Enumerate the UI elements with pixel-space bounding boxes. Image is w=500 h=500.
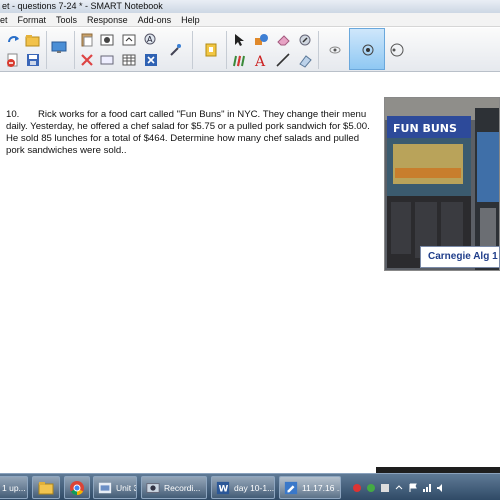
toolbar-separator <box>226 31 227 69</box>
taskbar-notebook[interactable]: 11.17.16 ... <box>279 476 341 499</box>
toolbar-separator <box>74 31 75 69</box>
food-cart-photo[interactable]: FUN BUNS <box>384 97 500 271</box>
problem-text: Rick works for a food cart called "Fun B… <box>6 109 370 156</box>
clear-icon[interactable] <box>142 51 160 69</box>
open-icon[interactable] <box>24 31 42 49</box>
volume-icon[interactable] <box>436 483 446 493</box>
menu-response[interactable]: Response <box>82 13 133 26</box>
fill-icon[interactable] <box>296 51 314 69</box>
select-icon[interactable] <box>230 31 248 49</box>
taskbar-item-label: 11.17.16 ... <box>302 482 341 493</box>
svg-text:A: A <box>254 54 266 68</box>
line-icon[interactable] <box>274 51 292 69</box>
pen-tip-outline-icon[interactable] <box>388 41 406 59</box>
window-title: et - questions 7-24 * - SMART Notebook <box>2 1 163 11</box>
menu-edit[interactable]: et <box>0 13 13 26</box>
save-icon[interactable] <box>24 51 42 69</box>
taskbar-item[interactable]: 1 up... <box>0 476 28 499</box>
cancel-icon[interactable] <box>78 51 96 69</box>
menu-help[interactable]: Help <box>176 13 205 26</box>
problem-number: 10. <box>6 109 20 120</box>
pen-tip-large-button[interactable] <box>349 28 385 70</box>
menu-tools[interactable]: Tools <box>51 13 82 26</box>
toolbar-separator <box>192 31 193 69</box>
network-icon[interactable] <box>422 483 432 493</box>
toolbar-separator <box>318 31 319 69</box>
eraser-icon[interactable] <box>274 31 292 49</box>
presentation-icon <box>97 480 113 496</box>
taskbar-item-label: day 10-1... <box>234 482 275 493</box>
undo-icon[interactable] <box>120 31 138 49</box>
photo-caption: Carnegie Alg 1 <box>420 246 500 268</box>
word-icon: W <box>215 480 231 496</box>
taskbar-item-label: Unit 3: S... <box>116 482 136 493</box>
text-icon[interactable]: A <box>252 51 270 69</box>
notebook-page[interactable]: 10. Rick works for a food cart called "Fu… <box>0 73 500 468</box>
toolbar-separator <box>46 31 47 69</box>
shapes-icon[interactable] <box>252 31 270 49</box>
flag-icon[interactable] <box>408 483 418 493</box>
recorder-icon <box>145 480 161 496</box>
taskbar-word[interactable]: W day 10-1... <box>211 476 275 499</box>
taskbar-item-label: Recordi... <box>164 482 201 493</box>
taskbar-presentation[interactable]: Unit 3: S... <box>93 476 137 499</box>
taskbar-chrome[interactable] <box>64 476 90 499</box>
chevron-up-icon[interactable] <box>394 483 404 493</box>
taskbar-recorder[interactable]: Recordi... <box>141 476 207 499</box>
chrome-icon <box>69 480 85 496</box>
problem-text-box[interactable]: 10. Rick works for a food cart called "Fu… <box>6 109 378 157</box>
pen-tip-icon[interactable] <box>326 41 344 59</box>
taskbar-folder[interactable] <box>32 476 60 499</box>
delete-page-icon[interactable] <box>4 51 22 69</box>
pen-icon[interactable] <box>230 51 248 69</box>
system-tray <box>350 474 448 500</box>
pen-tip-large-icon <box>362 44 374 56</box>
svg-text:A: A <box>147 35 153 44</box>
screen-capture-icon[interactable] <box>98 51 116 69</box>
window-title-bar: et - questions 7-24 * - SMART Notebook <box>0 0 500 13</box>
svg-text:W: W <box>219 484 229 494</box>
tray-icon[interactable] <box>352 483 362 493</box>
insert-picture-icon[interactable] <box>98 31 116 49</box>
paste-icon[interactable] <box>78 31 96 49</box>
taskbar: 1 up... Unit 3: S... Recordi... W day 10… <box>0 473 500 500</box>
menu-bar: et Format Tools Response Add-ons Help <box>0 13 500 27</box>
menu-format[interactable]: Format <box>13 13 52 26</box>
notebook-icon <box>283 480 299 496</box>
response-icon[interactable] <box>202 41 220 59</box>
tray-icon[interactable] <box>366 483 376 493</box>
toolbar: A A <box>0 28 500 72</box>
screen-shade-icon[interactable] <box>50 38 68 56</box>
redo-icon[interactable] <box>4 31 22 49</box>
folder-icon <box>38 480 54 496</box>
table-icon[interactable] <box>120 51 138 69</box>
magic-pen-icon[interactable] <box>296 31 314 49</box>
menu-add-ons[interactable]: Add-ons <box>133 13 177 26</box>
spellcheck-icon[interactable]: A <box>142 31 160 49</box>
taskbar-item-label: 1 up... <box>2 482 26 493</box>
magic-wand-icon[interactable] <box>166 41 184 59</box>
cart-sign-text: FUN BUNS <box>393 122 457 135</box>
tray-icon[interactable] <box>380 483 390 493</box>
